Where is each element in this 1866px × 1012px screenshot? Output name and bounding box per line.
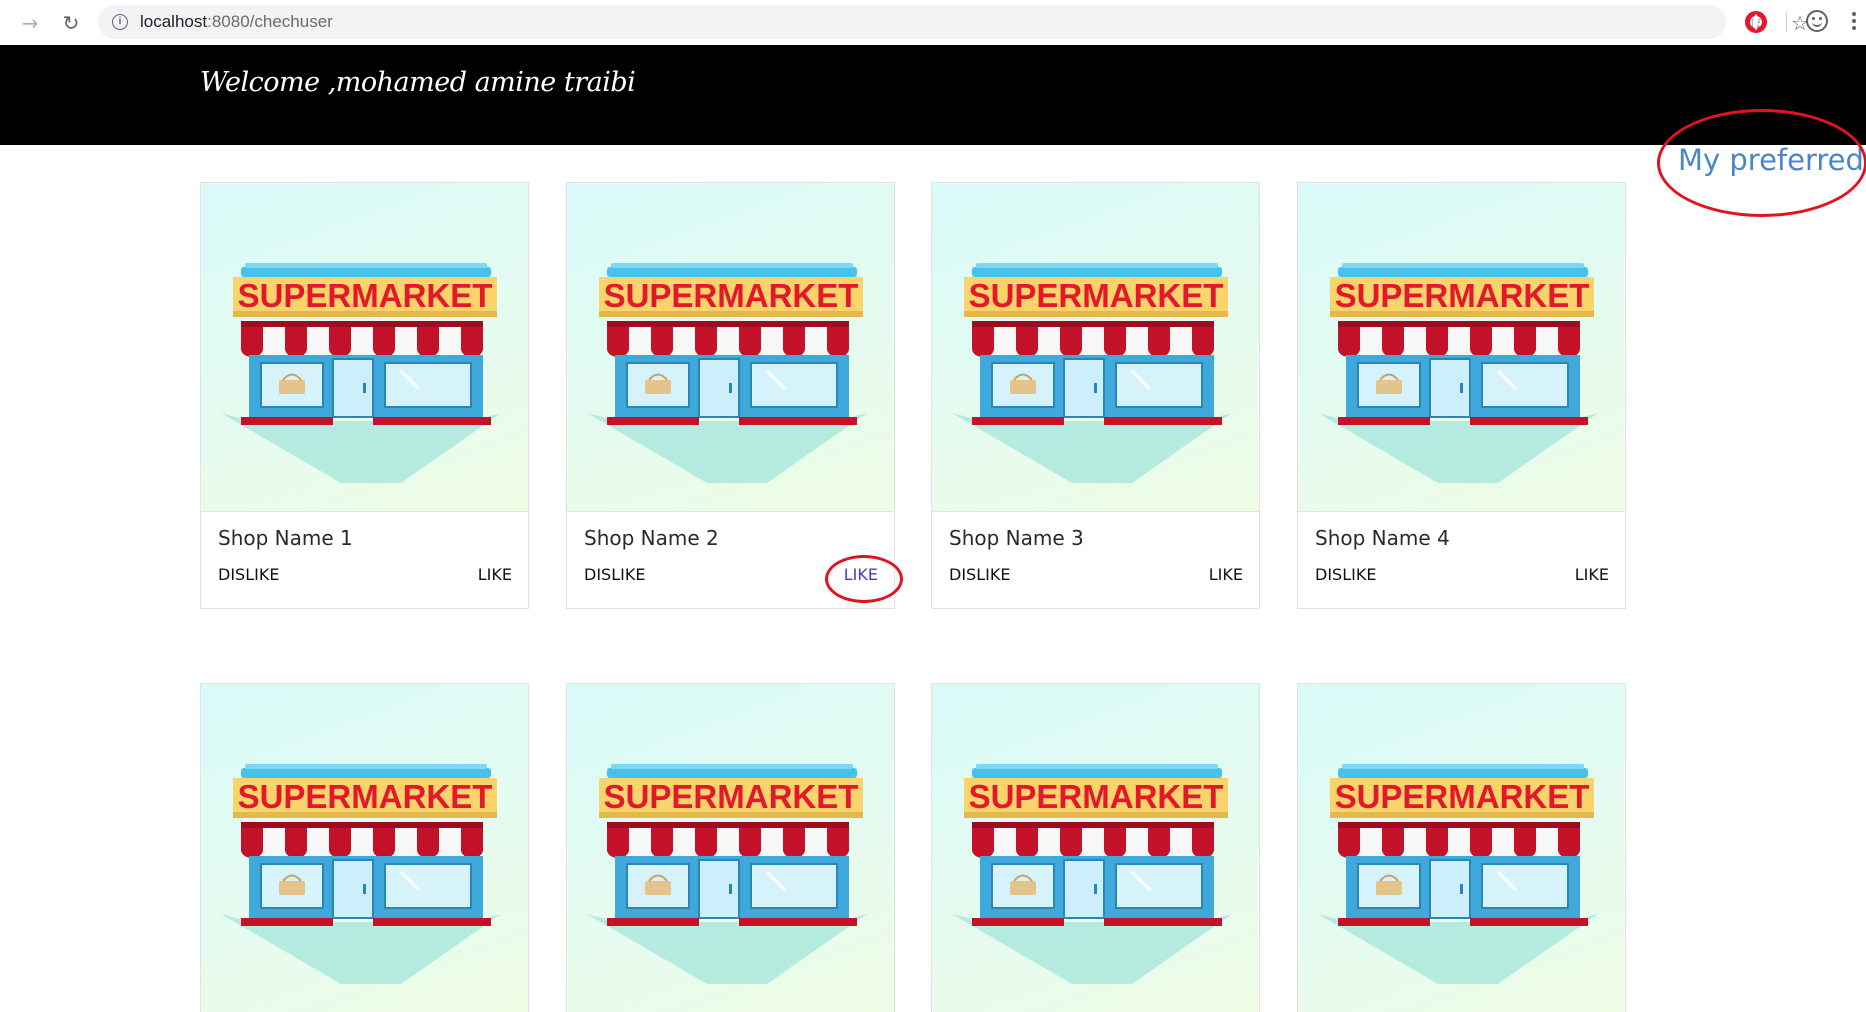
- supermarket-sign-text: SUPERMARKET: [604, 778, 859, 815]
- url-text: localhost:8080/chechuser: [140, 12, 333, 32]
- welcome-message: Welcome ,mohamed amine traibi: [200, 67, 636, 98]
- like-button[interactable]: LIKE: [1209, 565, 1243, 584]
- site-header: Welcome ,mohamed amine traibi: [0, 45, 1866, 145]
- supermarket-sign-text: SUPERMARKET: [238, 277, 493, 314]
- dislike-button[interactable]: DISLIKE: [218, 565, 279, 584]
- browser-menu-icon[interactable]: [1852, 12, 1856, 32]
- supermarket-sign-text: SUPERMARKET: [604, 277, 859, 314]
- annotation-circle: [825, 555, 903, 603]
- toolbar-divider: [1786, 12, 1787, 32]
- shop-name: Shop Name 4: [1315, 526, 1450, 550]
- like-button[interactable]: LIKE: [478, 565, 512, 584]
- shop-card: SUPERMARKET Shop Name 1 DISLIKE LIKE: [200, 182, 529, 609]
- supermarket-illustration: SUPERMARKET: [221, 263, 501, 483]
- shop-card: SUPERMARKET: [200, 683, 529, 1012]
- like-button[interactable]: LIKE: [1575, 565, 1609, 584]
- url-path: :8080/chechuser: [207, 12, 333, 31]
- supermarket-sign-text: SUPERMARKET: [969, 778, 1224, 815]
- shop-name: Shop Name 3: [949, 526, 1084, 550]
- supermarket-illustration: SUPERMARKET: [221, 764, 501, 984]
- supermarket-sign-text: SUPERMARKET: [969, 277, 1224, 314]
- supermarket-illustration: SUPERMARKET: [587, 764, 867, 984]
- shop-card: SUPERMARKET Shop Name 4 DISLIKE LIKE: [1297, 182, 1626, 609]
- supermarket-illustration: SUPERMARKET: [587, 263, 867, 483]
- dislike-button[interactable]: DISLIKE: [584, 565, 645, 584]
- url-host: localhost: [140, 12, 208, 31]
- forward-arrow-icon[interactable]: →: [15, 8, 45, 38]
- shop-image: SUPERMARKET: [567, 684, 894, 1012]
- annotation-circle: [1657, 109, 1866, 217]
- shop-name: Shop Name 1: [218, 526, 353, 550]
- shop-image: SUPERMARKET: [932, 684, 1259, 1012]
- shop-card: SUPERMARKET: [931, 683, 1260, 1012]
- reload-icon[interactable]: ↻: [56, 8, 86, 38]
- opera-extension-icon[interactable]: [1745, 11, 1767, 33]
- supermarket-illustration: SUPERMARKET: [1318, 263, 1598, 483]
- supermarket-illustration: SUPERMARKET: [1318, 764, 1598, 984]
- shop-card: SUPERMARKET Shop Name 2 DISLIKE LIKE: [566, 182, 895, 609]
- address-bar[interactable]: i localhost:8080/chechuser ⚿ ☆: [98, 5, 1809, 39]
- dislike-button[interactable]: DISLIKE: [949, 565, 1010, 584]
- shop-image: SUPERMARKET: [1298, 684, 1625, 1012]
- supermarket-illustration: SUPERMARKET: [952, 764, 1232, 984]
- dislike-button[interactable]: DISLIKE: [1315, 565, 1376, 584]
- shop-image: SUPERMARKET: [201, 183, 528, 511]
- shop-image: SUPERMARKET: [932, 183, 1259, 511]
- shop-image: SUPERMARKET: [567, 183, 894, 511]
- supermarket-sign-text: SUPERMARKET: [1335, 778, 1590, 815]
- shop-card: SUPERMARKET: [1297, 683, 1626, 1012]
- supermarket-sign-text: SUPERMARKET: [238, 778, 493, 815]
- supermarket-illustration: SUPERMARKET: [952, 263, 1232, 483]
- info-icon[interactable]: i: [112, 14, 128, 30]
- shop-name: Shop Name 2: [584, 526, 719, 550]
- shop-image: SUPERMARKET: [1298, 183, 1625, 511]
- supermarket-sign-text: SUPERMARKET: [1335, 277, 1590, 314]
- shop-image: SUPERMARKET: [201, 684, 528, 1012]
- browser-toolbar: → ↻ i localhost:8080/chechuser ⚿ ☆: [0, 0, 1866, 45]
- shop-card: SUPERMARKET Shop Name 3 DISLIKE LIKE: [931, 182, 1260, 609]
- shop-card: SUPERMARKET: [566, 683, 895, 1012]
- profile-face-icon[interactable]: [1806, 10, 1828, 32]
